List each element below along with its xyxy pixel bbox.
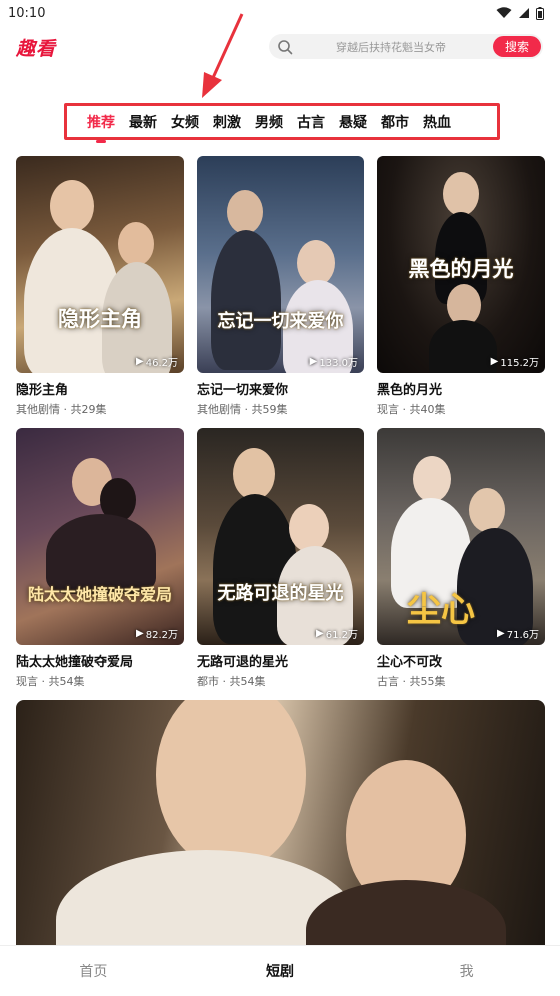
poster-figure	[429, 320, 497, 373]
poster-title-text: 隐形主角	[58, 306, 142, 331]
tab-thrill[interactable]: 刺激	[206, 110, 248, 138]
drama-card[interactable]: 隐形主角 ▶ 46.2万 隐形主角 其他剧情 · 共29集	[16, 156, 184, 428]
status-time: 10:10	[8, 5, 46, 21]
poster-figure	[211, 230, 281, 370]
status-bar: 10:10	[0, 0, 560, 26]
status-icons	[496, 6, 544, 20]
poster-figure	[227, 190, 263, 234]
drama-poster[interactable]: 黑色的月光 ▶ 115.2万	[377, 156, 545, 373]
view-count-value: 71.6万	[506, 630, 539, 641]
tab-hotblood[interactable]: 热血	[416, 110, 458, 138]
play-icon: ▶	[309, 356, 318, 367]
drama-title[interactable]: 陆太太她撞破夺爱局	[16, 651, 184, 670]
drama-card[interactable]: 尘心 ▶ 71.6万 尘心不可改 古言 · 共55集	[377, 428, 545, 700]
drama-meta: 其他剧情 · 共59集	[197, 403, 288, 416]
drama-grid: 隐形主角 ▶ 46.2万 隐形主角 其他剧情 · 共29集 忘记一切来爱你 ▶ 13…	[16, 156, 545, 700]
drama-meta: 古言 · 共55集	[377, 675, 446, 688]
drama-card[interactable]: 无路可退的星光 ▶ 61.2万 无路可退的星光 都市 · 共54集	[197, 428, 364, 700]
search-placeholder[interactable]: 穿越后扶持花魁当女帝	[293, 39, 493, 55]
poster-figure	[469, 488, 505, 532]
poster-title-text: 忘记一切来爱你	[217, 311, 344, 332]
tab-urban[interactable]: 都市	[374, 110, 416, 138]
drama-title[interactable]: 黑色的月光	[377, 379, 545, 398]
tab-male[interactable]: 男频	[248, 110, 290, 138]
view-count-value: 46.2万	[145, 358, 178, 369]
play-icon: ▶	[316, 628, 324, 639]
drama-poster[interactable]: 尘心 ▶ 71.6万	[377, 428, 545, 645]
tab-latest[interactable]: 最新	[122, 110, 164, 138]
wifi-icon	[496, 7, 512, 18]
tab-ancient-romance[interactable]: 古言	[290, 110, 332, 138]
nav-me[interactable]: 我	[373, 946, 560, 996]
poster-title-text: 陆太太她撞破夺爱局	[27, 585, 172, 604]
poster-figure	[118, 222, 154, 266]
app-header: 趣看 穿越后扶持花魁当女帝 搜索	[0, 30, 560, 64]
drama-title[interactable]: 无路可退的星光	[197, 651, 364, 670]
nav-short-drama[interactable]: 短剧	[187, 946, 374, 996]
view-count: ▶ 71.6万	[497, 626, 539, 641]
drama-meta: 现言 · 共54集	[16, 675, 85, 688]
poster-figure	[50, 180, 94, 232]
drama-title[interactable]: 忘记一切来爱你	[197, 379, 364, 398]
signal-icon	[519, 8, 529, 18]
search-bar[interactable]: 穿越后扶持花魁当女帝 搜索	[269, 34, 543, 59]
bottom-nav: 首页 短剧 我	[0, 945, 560, 996]
play-icon: ▶	[136, 628, 144, 639]
drama-poster[interactable]: 无路可退的星光 ▶ 61.2万	[197, 428, 364, 645]
tab-recommend[interactable]: 推荐	[80, 110, 122, 143]
featured-banner[interactable]	[16, 700, 545, 948]
drama-poster[interactable]: 陆太太她撞破夺爱局 ▶ 82.2万	[16, 428, 184, 645]
drama-meta: 现言 · 共40集	[377, 403, 446, 416]
view-count-value: 82.2万	[145, 630, 178, 641]
drama-poster[interactable]: 隐形主角 ▶ 46.2万	[16, 156, 184, 373]
poster-figure	[233, 448, 275, 500]
poster-figure	[289, 504, 329, 552]
search-icon	[278, 39, 293, 54]
play-icon: ▶	[490, 356, 499, 367]
play-icon: ▶	[136, 356, 144, 367]
drama-card[interactable]: 忘记一切来爱你 ▶ 133.0万 忘记一切来爱你 其他剧情 · 共59集	[197, 156, 364, 428]
battery-icon	[536, 6, 544, 20]
tab-suspense[interactable]: 悬疑	[332, 110, 374, 138]
nav-home[interactable]: 首页	[0, 946, 187, 996]
banner-figure	[156, 700, 306, 870]
drama-title[interactable]: 隐形主角	[16, 379, 184, 398]
poster-figure	[443, 172, 479, 216]
view-count-value: 133.0万	[319, 358, 358, 369]
view-count: ▶ 133.0万	[310, 354, 358, 369]
view-count: ▶ 46.2万	[136, 354, 178, 369]
drama-card[interactable]: 黑色的月光 ▶ 115.2万 黑色的月光 现言 · 共40集	[377, 156, 545, 428]
poster-title-text: 尘心	[407, 590, 475, 630]
poster-figure	[413, 456, 451, 502]
app-logo[interactable]: 趣看	[16, 34, 76, 61]
view-count: ▶ 115.2万	[491, 354, 539, 369]
view-count-value: 115.2万	[500, 358, 539, 369]
search-button[interactable]: 搜索	[493, 36, 541, 57]
view-count-value: 61.2万	[325, 630, 358, 641]
tab-female[interactable]: 女频	[164, 110, 206, 138]
drama-meta: 其他剧情 · 共29集	[16, 403, 107, 416]
view-count: ▶ 61.2万	[316, 626, 358, 641]
drama-title[interactable]: 尘心不可改	[377, 651, 545, 670]
play-icon: ▶	[497, 628, 505, 639]
drama-poster[interactable]: 忘记一切来爱你 ▶ 133.0万	[197, 156, 364, 373]
view-count: ▶ 82.2万	[136, 626, 178, 641]
category-tabs: 推荐 最新 女频 刺激 男频 古言 悬疑 都市 热血	[80, 110, 458, 143]
drama-card[interactable]: 陆太太她撞破夺爱局 ▶ 82.2万 陆太太她撞破夺爱局 现言 · 共54集	[16, 428, 184, 700]
annotation-arrow-icon	[202, 13, 244, 98]
poster-title-text: 无路可退的星光	[217, 583, 344, 604]
poster-title-text: 黑色的月光	[408, 256, 514, 281]
drama-meta: 都市 · 共54集	[197, 675, 266, 688]
